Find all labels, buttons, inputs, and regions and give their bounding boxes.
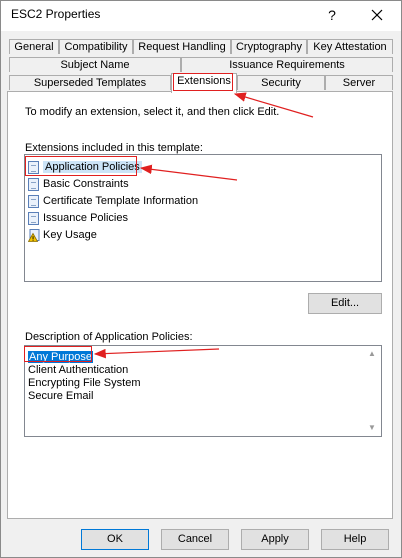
document-icon xyxy=(28,177,39,191)
tab-superseded-templates[interactable]: Superseded Templates xyxy=(9,75,171,90)
edit-button[interactable]: Edit... xyxy=(308,293,382,314)
tab-cryptography[interactable]: Cryptography xyxy=(231,39,307,54)
tab-issuance-requirements[interactable]: Issuance Requirements xyxy=(181,57,393,72)
description-box[interactable]: Any Purpose Client Authentication Encryp… xyxy=(24,345,382,437)
description-label: Description of Application Policies: xyxy=(25,331,193,343)
list-item-label: Basic Constraints xyxy=(43,178,129,190)
description-line: Any Purpose xyxy=(28,351,93,363)
list-item-label: Certificate Template Information xyxy=(43,195,199,207)
list-item-label: Issuance Policies xyxy=(43,212,128,224)
tab-compatibility[interactable]: Compatibility xyxy=(59,39,133,54)
list-item-label: Key Usage xyxy=(43,229,97,241)
document-icon xyxy=(28,194,39,208)
tab-server[interactable]: Server xyxy=(325,75,393,90)
list-item-label: Application Policies xyxy=(43,161,142,173)
tab-extensions[interactable]: Extensions xyxy=(171,73,237,93)
tab-general[interactable]: General xyxy=(9,39,59,54)
extensions-list-label: Extensions included in this template: xyxy=(25,142,203,154)
ok-button[interactable]: OK xyxy=(81,529,149,550)
instruction-text: To modify an extension, select it, and t… xyxy=(25,106,280,118)
list-item-basic-constraints[interactable]: Basic Constraints xyxy=(28,176,129,192)
title-bar: ESC2 Properties ? xyxy=(1,1,401,31)
tab-security[interactable]: Security xyxy=(237,75,325,90)
document-icon xyxy=(28,211,39,225)
description-line: Secure Email xyxy=(28,390,94,402)
list-item-certificate-template-information[interactable]: Certificate Template Information xyxy=(28,193,198,209)
warning-document-icon xyxy=(28,228,40,242)
properties-dialog: ESC2 Properties ? General Compatibility … xyxy=(0,0,402,558)
tab-subject-name[interactable]: Subject Name xyxy=(9,57,181,72)
scroll-up-icon[interactable]: ▲ xyxy=(364,347,380,361)
cancel-button[interactable]: Cancel xyxy=(161,529,229,550)
tab-request-handling[interactable]: Request Handling xyxy=(133,39,231,54)
help-button[interactable]: Help xyxy=(321,529,389,550)
list-item-issuance-policies[interactable]: Issuance Policies xyxy=(28,210,128,226)
list-item-key-usage[interactable]: Key Usage xyxy=(28,227,97,243)
scroll-down-icon[interactable]: ▼ xyxy=(364,421,380,435)
apply-button[interactable]: Apply xyxy=(241,529,309,550)
document-icon xyxy=(28,160,39,174)
extensions-panel: To modify an extension, select it, and t… xyxy=(7,91,393,519)
tab-key-attestation[interactable]: Key Attestation xyxy=(307,39,393,54)
extensions-list[interactable]: Application Policies Basic Constraints C… xyxy=(24,154,382,282)
close-icon[interactable] xyxy=(363,3,391,27)
description-line: Client Authentication xyxy=(28,364,129,376)
window-title: ESC2 Properties xyxy=(11,7,101,21)
help-icon[interactable]: ? xyxy=(319,3,345,27)
description-line: Encrypting File System xyxy=(28,377,141,389)
list-item-application-policies[interactable]: Application Policies xyxy=(28,159,142,175)
